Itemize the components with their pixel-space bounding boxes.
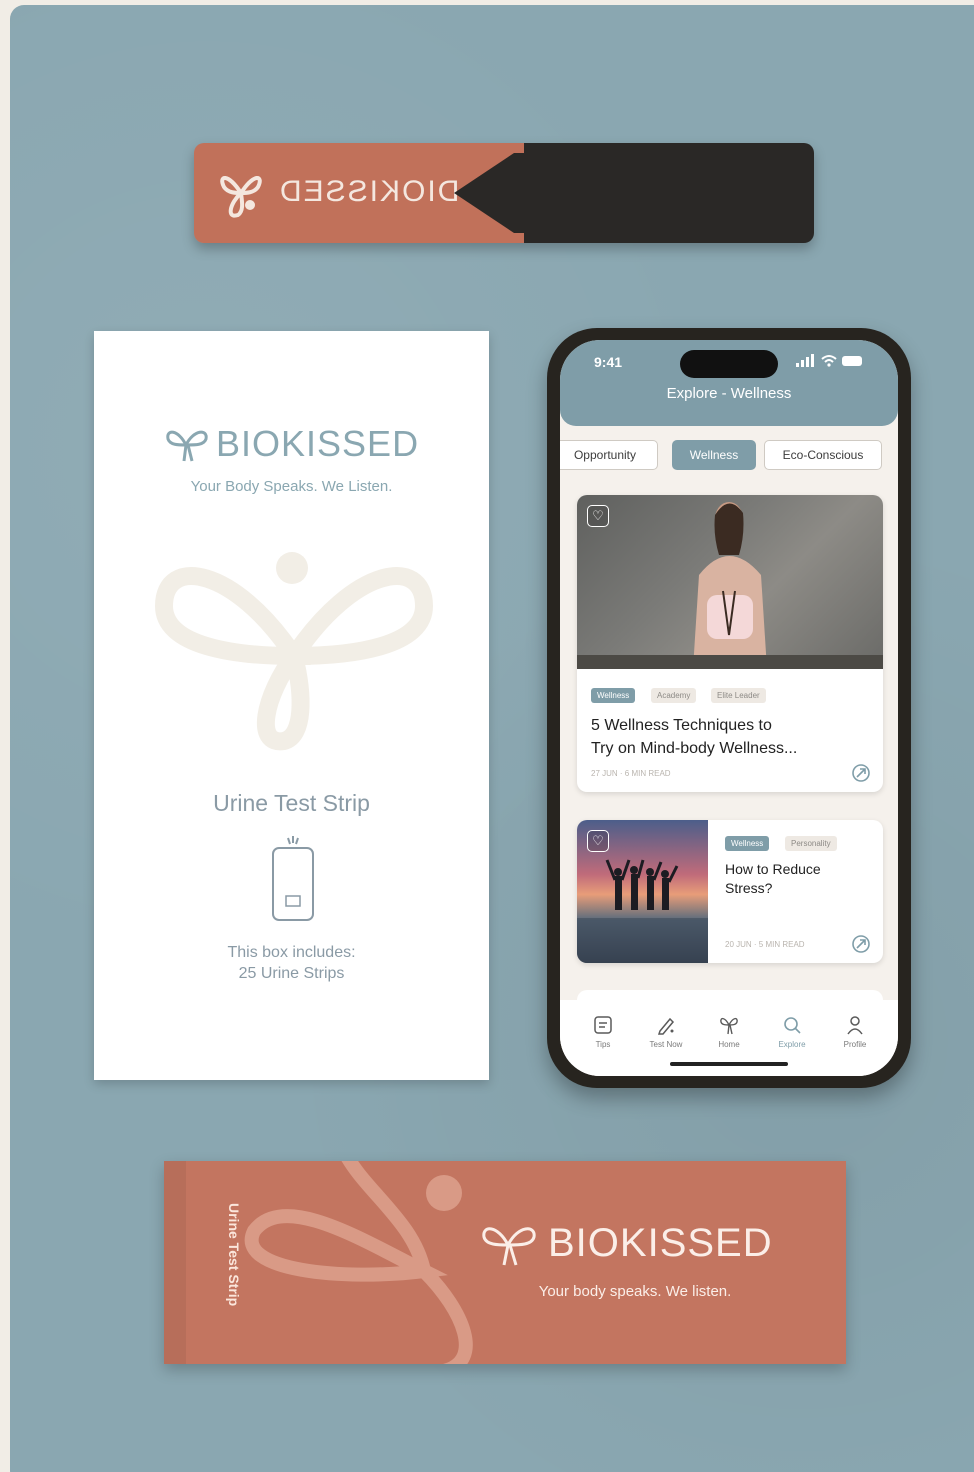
article-title[interactable]: 5 Wellness Techniques to Try on Mind-bod…	[591, 714, 881, 760]
dynamic-island	[680, 350, 778, 378]
page-title: Explore - Wellness	[666, 385, 792, 402]
phone-device: 9:41 Explore - Wellness Opportunity Well…	[547, 328, 911, 1088]
nav-label: Profile	[843, 1040, 867, 1049]
nav-tips[interactable]: Tips	[578, 1014, 628, 1049]
favorite-heart-icon[interactable]: ♡	[587, 830, 609, 852]
bottom-nav: Tips Test Now Home Explore Profile	[560, 1000, 898, 1076]
article-card[interactable]: ♡ Wellness Academy Elite Leader 5 Wellne…	[577, 495, 883, 792]
profile-icon	[847, 1016, 863, 1035]
box-contents: This box includes: 25 Urine Strips	[94, 942, 489, 984]
phone-screen: 9:41 Explore - Wellness Opportunity Well…	[560, 340, 898, 1076]
article-title[interactable]: How to Reduce Stress?	[725, 860, 875, 898]
status-time: 9:41	[594, 354, 623, 370]
nav-test-now[interactable]: Test Now	[641, 1014, 691, 1049]
strip-drop-shape	[454, 153, 534, 233]
home-indicator[interactable]	[670, 1062, 788, 1066]
nav-profile[interactable]: Profile	[830, 1014, 880, 1049]
tag-chip[interactable]: Wellness	[591, 688, 636, 703]
article-title-line: Try on Mind-body Wellness...	[591, 740, 798, 757]
butterfly-logo-icon	[482, 1227, 536, 1266]
nav-label: Tips	[595, 1040, 611, 1049]
tips-icon	[594, 1016, 612, 1034]
article-image: ♡	[577, 495, 883, 669]
tag-chip[interactable]: Elite Leader	[711, 688, 766, 703]
nav-label: Home	[718, 1040, 740, 1049]
tab-opportunity[interactable]: Opportunity	[560, 440, 658, 470]
category-tabs: Opportunity Wellness Eco-Conscious	[560, 440, 898, 472]
article-card[interactable]: ♡ Wellness Personality How to Reduce Str…	[577, 820, 883, 963]
article-meta: 27 JUN · 6 MIN READ	[591, 769, 671, 778]
search-icon	[784, 1017, 801, 1034]
sachet-logo: BIOKISSED	[480, 1219, 810, 1269]
article-title-line: Stress?	[725, 880, 773, 896]
article-title-line: How to Reduce	[725, 861, 821, 877]
article-title-line: 5 Wellness Techniques to	[591, 717, 772, 734]
box-includes-line1: This box includes:	[227, 944, 356, 961]
strip-reagent-area	[454, 143, 814, 243]
share-arrow-icon[interactable]	[851, 934, 871, 954]
butterfly-logo-icon	[166, 430, 208, 462]
strip-brand-mirrored: DIOKISSED	[278, 175, 460, 208]
favorite-heart-icon[interactable]: ♡	[587, 505, 609, 527]
sachet-brand: BIOKISSED	[548, 1221, 773, 1265]
sachet-pack: Urine Test Strip BIOKISSED Your body spe…	[164, 1161, 846, 1364]
sachet-seal	[164, 1161, 186, 1364]
box-tagline: Your Body Speaks. We Listen.	[190, 478, 393, 495]
test-strip-device-icon	[272, 836, 314, 921]
pen-icon	[657, 1017, 675, 1035]
box-includes-line2: 25 Urine Strips	[238, 965, 345, 982]
butterfly-icon	[720, 1017, 738, 1035]
tab-eco-conscious[interactable]: Eco-Conscious	[764, 440, 882, 470]
nav-explore[interactable]: Explore	[767, 1014, 817, 1049]
tag-chip[interactable]: Personality	[785, 836, 837, 851]
product-box: BIOKISSED Your Body Speaks. We Listen. U…	[94, 331, 489, 1080]
share-arrow-icon[interactable]	[851, 763, 871, 783]
app-header: 9:41 Explore - Wellness	[560, 340, 898, 426]
nav-home[interactable]: Home	[704, 1014, 754, 1049]
nav-label: Explore	[778, 1040, 806, 1049]
sachet-vertical-label: Urine Test Strip	[226, 1203, 242, 1307]
nav-label: Test Now	[649, 1040, 683, 1049]
article-image: ♡	[577, 820, 708, 963]
tab-wellness[interactable]: Wellness	[672, 440, 756, 470]
tag-chip[interactable]: Wellness	[725, 836, 770, 851]
box-logo: BIOKISSED	[164, 423, 424, 467]
test-strip: DIOKISSED	[194, 143, 814, 243]
status-icons	[796, 354, 862, 367]
sachet-tagline: Your body speaks. We listen.	[538, 1283, 732, 1300]
butterfly-watermark-icon	[154, 552, 434, 751]
box-brand: BIOKISSED	[216, 423, 420, 464]
butterfly-logo-icon	[220, 176, 262, 218]
tag-chip[interactable]: Academy	[651, 688, 697, 703]
box-title: Urine Test Strip	[213, 790, 370, 816]
article-meta: 20 JUN · 5 MIN READ	[725, 940, 805, 949]
